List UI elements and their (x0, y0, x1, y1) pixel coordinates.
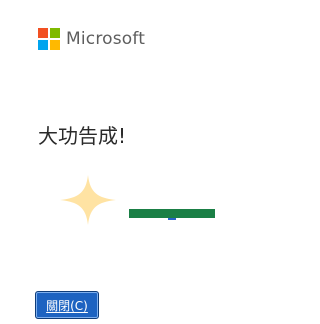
logo-square-blue (38, 40, 48, 50)
success-title: 大功告成! (38, 124, 127, 148)
brand-header: Microsoft (38, 28, 145, 50)
close-button-label: 關閉(C) (46, 298, 88, 313)
sparkle-icon (60, 175, 116, 225)
close-button[interactable]: 關閉(C) (35, 291, 99, 319)
progress-fill (129, 209, 215, 218)
progress-marker (168, 218, 176, 220)
setup-complete-page: Microsoft 大功告成! 關閉(C) (0, 0, 283, 324)
logo-square-yellow (50, 40, 60, 50)
brand-name: Microsoft (66, 29, 146, 49)
logo-square-green (50, 28, 60, 38)
logo-square-red (38, 28, 48, 38)
progress-bar (129, 209, 215, 218)
microsoft-logo-icon (38, 28, 60, 50)
